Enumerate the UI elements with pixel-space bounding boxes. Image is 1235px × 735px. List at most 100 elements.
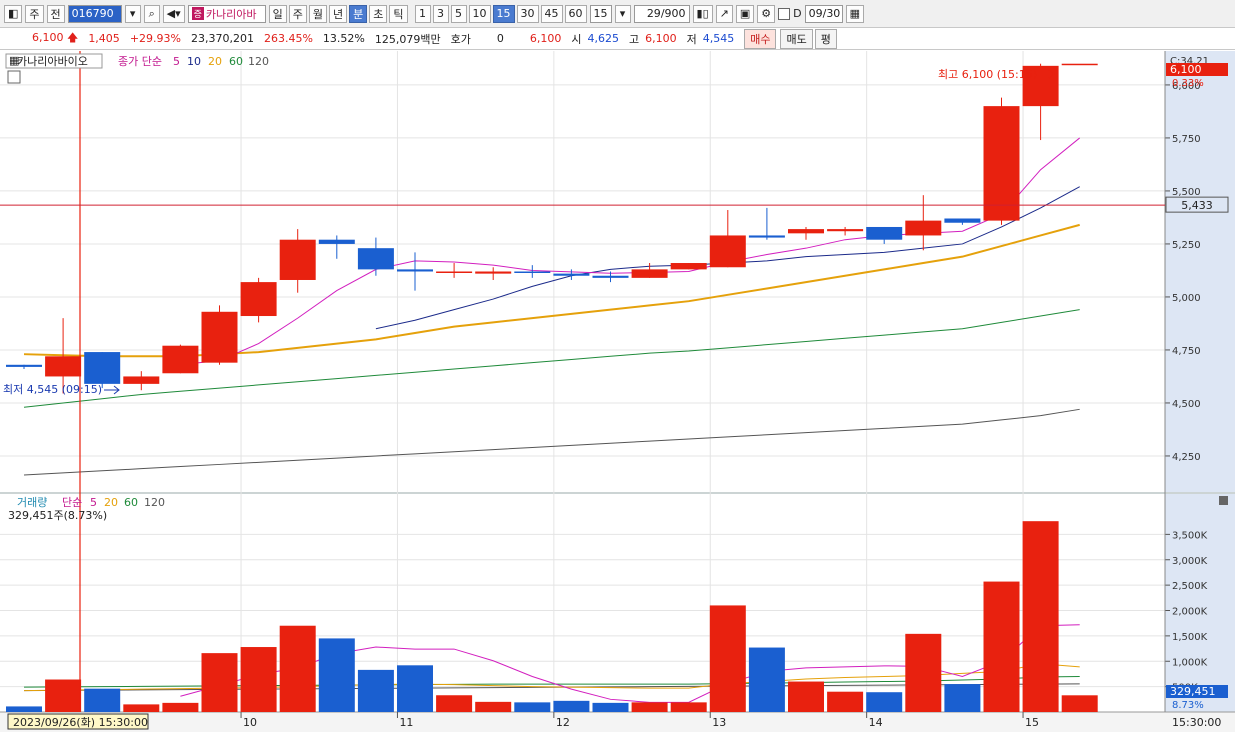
candle-body <box>983 106 1020 221</box>
current-candle <box>1061 63 1098 66</box>
period-button[interactable]: 일 <box>268 4 287 23</box>
period-button[interactable]: 초 <box>369 4 388 23</box>
interval-dropdown-icon[interactable]: ▾ <box>614 4 631 23</box>
price-tick-label: 5,500 <box>1172 187 1201 198</box>
x-tick-label: 14 <box>869 716 883 729</box>
period-button[interactable]: 틱 <box>389 4 408 23</box>
stock-code-input[interactable]: 016790 <box>67 4 122 23</box>
volume-bar <box>318 638 355 712</box>
candle-body <box>318 239 355 244</box>
vol-ma120-label: 120 <box>144 496 165 509</box>
price-indicator-label: 종가 단순 <box>118 55 162 68</box>
period-button[interactable]: 월 <box>308 4 328 23</box>
save-icon[interactable]: ▣ <box>735 4 755 23</box>
interval-button[interactable]: 15 <box>492 4 515 23</box>
candle-body <box>357 248 394 270</box>
up-arrow-icon: 🡅 <box>67 31 79 44</box>
stock-tag: 카나리아바이오 <box>17 55 88 68</box>
stock-name-field[interactable]: 증 카나리아바 <box>187 4 266 23</box>
volume-bar <box>6 706 42 712</box>
x-axis-end-label: 15:30:00 <box>1172 716 1221 729</box>
interval-button[interactable]: 30 <box>516 4 539 23</box>
buy-button[interactable]: 매수 <box>744 28 777 49</box>
volume-value: 23,370,201 <box>190 32 254 45</box>
chart-area[interactable]: 6,000 5,750 5,500 5,250 5,000 4,750 4,500 4,250… <box>0 51 1235 732</box>
volume-right-pct: 8.73% <box>1172 700 1204 711</box>
interval-button[interactable]: 1 <box>414 4 431 23</box>
price-change: 1,405 <box>88 32 120 45</box>
x-tick-label: 13 <box>712 716 726 729</box>
x-tick-label: 15 <box>1025 716 1039 729</box>
interval-button[interactable]: 10 <box>468 4 491 23</box>
stock-type-badge: 증 <box>191 7 204 20</box>
candle-body <box>201 311 238 363</box>
interval-select[interactable]: 15 <box>589 4 612 23</box>
volume-bar <box>1022 521 1059 712</box>
d-checkbox[interactable] <box>778 7 791 20</box>
hoga-value: 0 <box>496 32 504 45</box>
low-value: 4,545 <box>702 32 735 45</box>
volume-bar <box>983 581 1020 712</box>
candle-body <box>240 282 277 317</box>
volume-bar <box>827 691 864 712</box>
date-input[interactable]: 09/30 <box>804 4 843 23</box>
vol-ma5-label: 5 <box>90 496 97 509</box>
volume-tick-label: 1,000K <box>1172 657 1208 668</box>
chart-toolbar: ◧ 주 전 016790 ▾ ⌕ ◀▾ 증 카나리아바 일주월년분초틱 1351… <box>0 0 1235 28</box>
ma10-label: 10 <box>187 55 201 68</box>
settings-gear-icon[interactable]: ⚙ <box>757 4 776 23</box>
candlestick-chart[interactable]: 6,0005,7505,5005,2505,0004,7504,5004,250… <box>0 51 1235 732</box>
ma20-label: 20 <box>208 55 222 68</box>
low-annotation: 최저 4,545 (09:15) <box>3 383 102 396</box>
ma5-label: 5 <box>173 55 180 68</box>
low-label: 저 <box>686 32 697 46</box>
volume-bar <box>475 701 512 712</box>
candle-body <box>788 229 824 234</box>
interval-button[interactable]: 5 <box>450 4 467 23</box>
price-tick-label: 5,000 <box>1172 293 1201 304</box>
interval-button[interactable]: 3 <box>432 4 449 23</box>
grid-toggle-icon[interactable] <box>7 70 21 84</box>
count-input[interactable]: 29/900 <box>633 4 690 23</box>
hoga-label: 호가 <box>450 32 471 46</box>
count-total: /900 <box>660 7 686 20</box>
calendar-icon[interactable]: ▦ <box>845 4 865 23</box>
sell-button[interactable]: 매도 <box>780 28 813 49</box>
period-button[interactable]: 분 <box>349 4 368 23</box>
stock-name: 카나리아바 <box>205 7 257 21</box>
price-axis-bg <box>1165 51 1235 492</box>
sound-icon[interactable]: ◀▾ <box>162 4 185 23</box>
volume-bar <box>709 605 746 712</box>
candle-type-icon[interactable]: ▮▯ <box>692 4 713 23</box>
crosshair-value: 5,433 <box>1181 199 1213 212</box>
period-button[interactable]: 년 <box>329 4 348 23</box>
interval-button[interactable]: 45 <box>540 4 563 23</box>
volume-bar <box>397 665 433 712</box>
volume-bar <box>592 702 629 712</box>
volume-tick-label: 2,500K <box>1172 581 1208 592</box>
draw-tool-icon[interactable]: ↗ <box>715 4 733 23</box>
high-value: 6,100 <box>645 32 677 45</box>
interval-button[interactable]: 60 <box>564 4 587 23</box>
volume-panel-toggle-icon[interactable] <box>1219 496 1228 505</box>
quote-info-bar: 6,100 🡅 1,405 +29.93% 23,370,201 263.45%… <box>0 28 1235 50</box>
x-axis-bg <box>0 712 1235 732</box>
volume-bar <box>436 695 473 712</box>
average-button[interactable]: 평 <box>814 28 837 49</box>
ma60-label: 60 <box>229 55 243 68</box>
ma120-label: 120 <box>248 55 269 68</box>
price-tick-label: 5,750 <box>1172 134 1201 145</box>
current-price-value: 6,100 <box>32 31 64 44</box>
screen-number-icon[interactable]: ◧ <box>4 4 23 23</box>
candle-body <box>748 235 785 238</box>
volume-bar <box>279 625 316 712</box>
x-tick-label: 11 <box>399 716 413 729</box>
period-button[interactable]: 주 <box>288 4 307 23</box>
candle-body <box>631 269 668 278</box>
market-select[interactable]: 주 <box>25 4 44 23</box>
current-price: 6,100 🡅 <box>32 29 78 48</box>
price-change-pct: +29.93% <box>129 32 181 45</box>
search-icon[interactable]: ⌕ <box>143 4 160 23</box>
code-dropdown-icon[interactable]: ▾ <box>124 4 141 23</box>
prev-button[interactable]: 전 <box>46 4 65 23</box>
